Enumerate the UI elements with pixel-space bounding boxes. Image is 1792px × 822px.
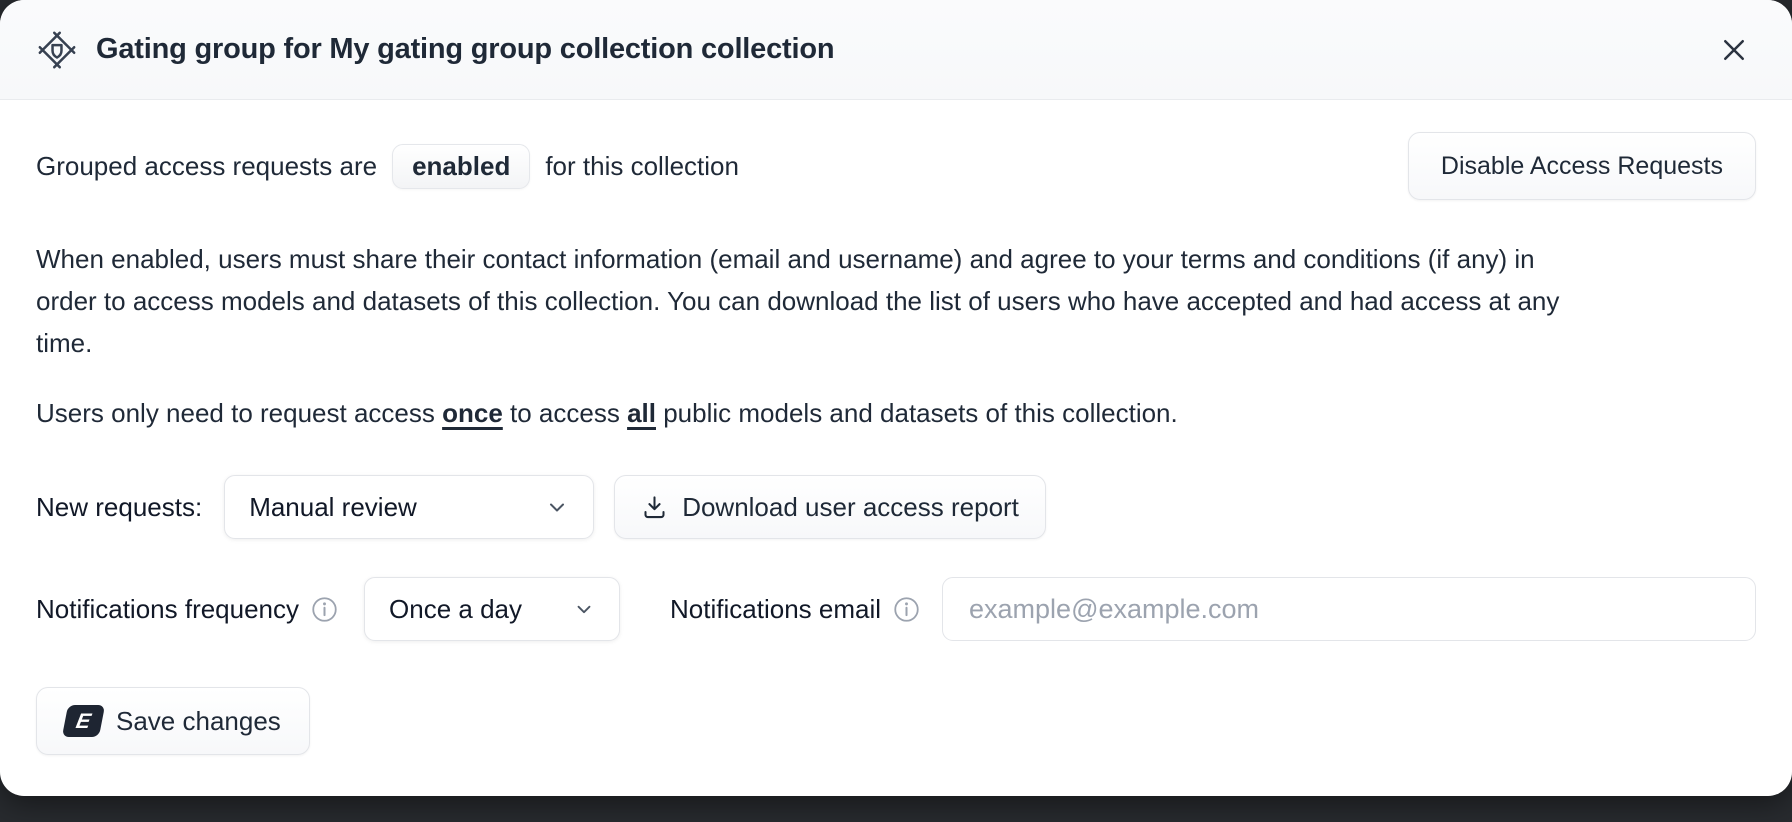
chevron-down-icon [545,495,569,519]
download-icon [641,494,668,521]
notifications-frequency-select[interactable]: Once a day [364,577,620,641]
note-text: Users only need to request access once t… [36,398,1756,429]
disable-access-requests-button[interactable]: Disable Access Requests [1408,132,1756,200]
note-part2: to access [503,398,627,428]
page-title: Gating group for My gating group collect… [96,33,834,66]
gating-group-modal: Gating group for My gating group collect… [0,0,1792,796]
note-part1: Users only need to request access [36,398,442,428]
notifications-row: Notifications frequency Once a day Notif… [36,577,1756,641]
status-badge: enabled [392,144,530,189]
download-report-button[interactable]: Download user access report [614,475,1046,539]
chevron-down-icon [573,598,595,620]
status-text-after: for this collection [545,151,739,182]
note-part3: public models and datasets of this colle… [656,398,1178,428]
close-icon [1719,35,1749,65]
notifications-email-input[interactable] [942,577,1756,641]
new-requests-select-value: Manual review [249,492,417,523]
note-emphasis-once: once [442,398,503,428]
save-changes-label: Save changes [116,706,281,737]
description-text: When enabled, users must share their con… [36,238,1581,364]
close-button[interactable] [1712,28,1756,72]
status-text-before: Grouped access requests are [36,151,377,182]
status-row: Grouped access requests are enabled for … [36,132,1756,200]
enterprise-icon: E [62,705,105,737]
info-icon[interactable] [311,596,338,623]
modal-header: Gating group for My gating group collect… [0,0,1792,100]
note-emphasis-all: all [627,398,656,428]
download-report-label: Download user access report [682,492,1019,523]
notifications-email-label: Notifications email [670,594,881,625]
notifications-frequency-value: Once a day [389,594,522,625]
info-icon[interactable] [893,596,920,623]
new-requests-select[interactable]: Manual review [224,475,594,539]
new-requests-label: New requests: [36,492,202,523]
save-changes-button[interactable]: E Save changes [36,687,310,755]
status-text: Grouped access requests are enabled for … [36,144,739,189]
new-requests-row: New requests: Manual review Download use… [36,475,1756,539]
modal-body: Grouped access requests are enabled for … [0,100,1792,796]
gated-shield-icon [36,29,78,71]
notifications-frequency-label: Notifications frequency [36,594,299,625]
